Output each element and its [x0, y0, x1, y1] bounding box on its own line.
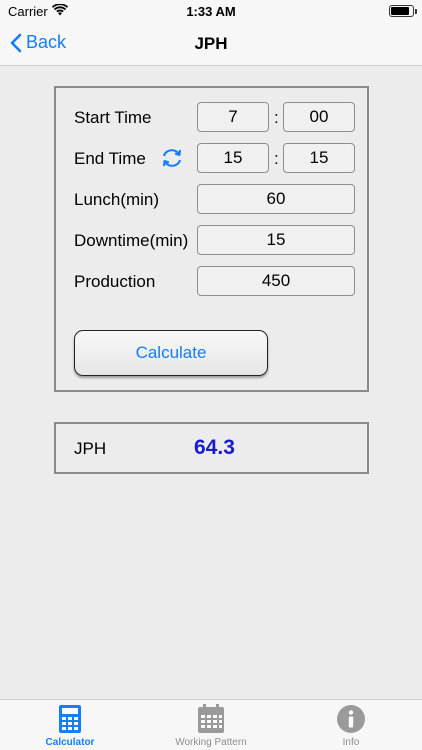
input-panel: Start Time 7 : 00 End Time 15 : 15 Lunch…	[54, 86, 369, 392]
swap-times-icon[interactable]	[160, 147, 184, 169]
production-input[interactable]: 450	[197, 266, 355, 296]
end-time-label: End Time	[74, 149, 146, 168]
info-icon	[337, 705, 365, 733]
start-hour-input[interactable]: 7	[197, 102, 269, 132]
calculate-button[interactable]: Calculate	[74, 330, 268, 376]
tab-info[interactable]: Info	[281, 704, 421, 748]
tab-calculator-label: Calculator	[45, 737, 95, 748]
tab-info-label: Info	[342, 737, 360, 748]
navigation-bar: Back JPH	[0, 22, 422, 66]
page-title: JPH	[194, 34, 228, 53]
downtime-label: Downtime(min)	[74, 231, 189, 250]
production-label: Production	[74, 272, 156, 291]
result-value: 64.3	[194, 436, 235, 459]
time-separator: :	[274, 108, 279, 127]
calendar-icon	[198, 704, 224, 733]
tab-calculator[interactable]: Calculator	[0, 704, 140, 748]
end-minute-input[interactable]: 15	[283, 143, 355, 173]
battery-icon	[389, 5, 417, 17]
start-minute-input[interactable]: 00	[283, 102, 355, 132]
time-separator: :	[274, 149, 279, 168]
tab-working-pattern-label: Working Pattern	[175, 737, 247, 748]
start-time-label: Start Time	[74, 108, 152, 127]
tab-bar: Calculator Working Pattern Info	[0, 699, 422, 750]
status-bar: Carrier 1:33 AM	[0, 0, 422, 22]
tab-working-pattern[interactable]: Working Pattern	[141, 704, 281, 748]
status-time: 1:33 AM	[186, 4, 236, 19]
lunch-input[interactable]: 60	[197, 184, 355, 214]
calculator-icon	[59, 705, 81, 733]
downtime-input[interactable]: 15	[197, 225, 355, 255]
result-panel: JPH 64.3	[54, 422, 369, 474]
lunch-label: Lunch(min)	[74, 190, 160, 209]
end-hour-input[interactable]: 15	[197, 143, 269, 173]
result-label: JPH	[74, 439, 107, 458]
